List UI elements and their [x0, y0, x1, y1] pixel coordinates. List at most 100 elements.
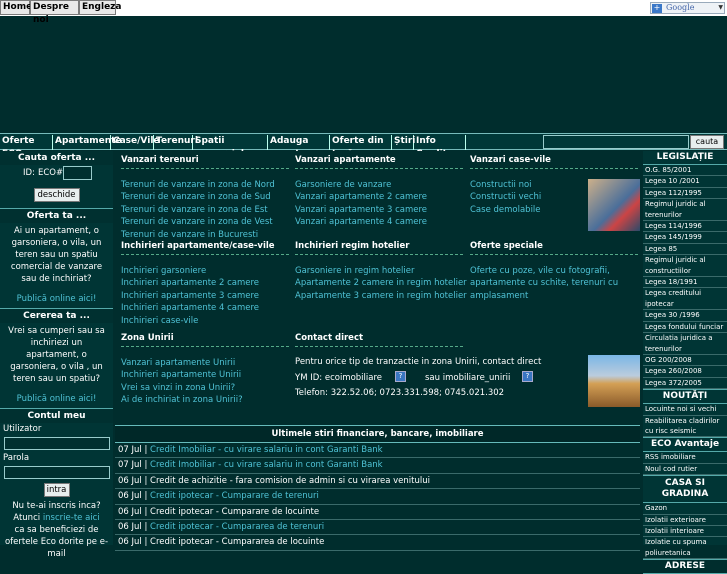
news-item[interactable]: 06 Jul | Credit ipotecar - Cumparare de … — [115, 489, 640, 505]
legislatie-item[interactable]: Legea 10 /2001 — [643, 176, 727, 188]
casa-item[interactable]: Izolatii exterioare — [643, 515, 727, 526]
section-link[interactable]: Oferte cu poze, vile cu fotografii, — [470, 265, 610, 277]
section-link[interactable]: Constructii noi — [470, 179, 532, 191]
legislatie-item[interactable]: Legea 372/2005 — [643, 378, 727, 390]
section-link[interactable]: Inchirieri apartamente Unirii — [121, 369, 241, 381]
section-link[interactable]: Terenuri de vanzare in zona de Nord — [121, 179, 275, 191]
nav-terenuri[interactable]: Terenuri — [154, 135, 198, 150]
news-item[interactable]: 07 Jul | Credit Imobiliar - cu virare sa… — [115, 443, 640, 459]
cerere-publica-link[interactable]: Publică online aici! — [0, 393, 113, 405]
news-item[interactable]: 06 Jul | Credit ipotecar - Cumparare de … — [115, 505, 640, 520]
deschide-button[interactable]: deschide — [33, 188, 80, 202]
legislatie-item[interactable]: OG 200/2008 — [643, 355, 727, 367]
section-link[interactable]: amplasament — [470, 290, 528, 302]
yahoo-messenger-icon-2[interactable]: ? — [522, 371, 533, 382]
news-headline[interactable]: Credit ipotecar - Cumpararea de terenuri — [150, 522, 324, 532]
legislatie-item[interactable]: Legea 18/1991 — [643, 277, 727, 289]
noutati-item[interactable]: Locuinte noi si vechi — [643, 404, 727, 416]
despre-noi-link[interactable]: Despre noi — [30, 0, 79, 25]
section-link[interactable]: Terenuri de vanzare in zona de Vest — [121, 216, 273, 228]
section-link[interactable]: Terenuri de vanzare in zona de Sud — [121, 191, 271, 203]
cerere-publica-link-text[interactable]: Publică online aici! — [17, 394, 97, 404]
section-link[interactable]: apartamente cu schite, terenuri cu — [470, 277, 618, 289]
section-link[interactable]: Inchirieri apartamente 3 camere — [121, 290, 259, 302]
news-headline[interactable]: Credit de achizitie - fara comision de a… — [150, 476, 430, 486]
casa-item[interactable]: Gazon — [643, 503, 727, 515]
news-headline[interactable]: Credit ipotecar - Cumparare de locuinte — [150, 507, 319, 517]
legislatie-item[interactable]: Legea 112/1995 — [643, 188, 727, 200]
section-link[interactable]: Vanzari apartamente 2 camere — [295, 191, 427, 203]
section-link[interactable]: Vrei sa vinzi in zona Unirii? — [121, 382, 235, 394]
engleza-link[interactable]: Engleza — [79, 0, 122, 15]
section-link[interactable]: Terenuri de vanzare in zona de Est — [121, 204, 268, 216]
section-link[interactable]: Vanzari apartamente 3 camere — [295, 204, 427, 216]
section-link[interactable]: Terenuri de vanzare in Bucuresti — [121, 229, 258, 241]
legislatie-item[interactable]: Regimul juridic al terenurilor — [643, 199, 727, 222]
section-link[interactable]: Vanzari apartamente 4 camere — [295, 216, 427, 228]
nav-apartamente[interactable]: Apartamente — [53, 135, 122, 150]
section-link[interactable]: Garsoniere in regim hotelier — [295, 265, 414, 277]
nav-oferte-eco[interactable]: Oferte ECO — [0, 135, 53, 159]
news-headline[interactable]: Credit Imobiliar - cu virare salariu in … — [150, 445, 383, 455]
casa-item[interactable]: Izolatii interioare — [643, 526, 727, 538]
plus-icon[interactable]: + — [652, 4, 662, 13]
inscrie-link[interactable]: inscrie-te aici — [43, 513, 100, 523]
nav-info-credite[interactable]: Info Credite — [414, 135, 466, 159]
section-title: Vanzari apartamente — [295, 155, 463, 169]
yahoo-messenger-icon[interactable]: ? — [395, 371, 406, 382]
contact-title: Contact direct — [295, 333, 463, 347]
news-item[interactable]: 06 Jul | Credit ipotecar - Cumpararea de… — [115, 520, 640, 536]
legislatie-item[interactable]: Legea fondului funciar — [643, 322, 727, 334]
section-link[interactable]: Garsoniere de vanzare — [295, 179, 391, 191]
nav-adauga-anunt[interactable]: Adauga anunt — [268, 135, 330, 159]
news-headline[interactable]: Credit Imobiliar - cu virare salariu in … — [150, 460, 383, 470]
news-headline[interactable]: Credit ipotecar - Cumparare de terenuri — [150, 491, 319, 501]
section-link[interactable]: Apartamente 3 camere in regim hotelier — [295, 290, 467, 302]
news-item[interactable]: 07 Jul | Credit Imobiliar - cu virare sa… — [115, 458, 640, 474]
section-link[interactable]: Inchirieri garsoniere — [121, 265, 206, 277]
news-headline[interactable]: Credit ipotecar - Cumpararea de locuinte — [150, 537, 324, 547]
google-search-box[interactable]: + Google ▼ — [650, 2, 725, 14]
nav-spatii-comerciale[interactable]: Spatii comerciale — [193, 135, 268, 159]
offer-id-input[interactable] — [63, 166, 92, 180]
intra-button[interactable]: intra — [43, 483, 70, 497]
section-link[interactable]: Apartamente 2 camere in regim hotelier — [295, 277, 467, 289]
legislatie-item[interactable]: Legea creditului ipotecar — [643, 288, 727, 311]
legislatie-item[interactable]: Legea 30 /1996 — [643, 310, 727, 322]
section-link[interactable]: Inchirieri apartamente 4 camere — [121, 302, 259, 314]
section-link[interactable]: Case demolabile — [470, 204, 541, 216]
legislatie-item[interactable]: O.G. 85/2001 — [643, 165, 727, 177]
legislatie-item[interactable]: Regimul juridic al constructiilor — [643, 255, 727, 278]
news-item[interactable]: 06 Jul | Credit ipotecar - Cumpararea de… — [115, 535, 640, 551]
section-link[interactable]: Vanzari apartamente Unirii — [121, 357, 235, 369]
utilizator-input[interactable] — [4, 437, 110, 450]
legislatie-item[interactable]: Legea 145/1999 — [643, 232, 727, 244]
search-input[interactable] — [543, 135, 689, 149]
oferta-publica-link-text[interactable]: Publică online aici! — [17, 294, 97, 304]
section-link[interactable]: Ai de inchiriat in zona Unirii? — [121, 394, 243, 406]
legislatie-item[interactable]: Legea 260/2008 — [643, 366, 727, 378]
casa-item[interactable]: Izolatie cu spuma poliuretanica — [643, 537, 727, 560]
search-button[interactable]: cauta — [690, 135, 724, 149]
nav-oferte-din-tara[interactable]: Oferte din țară — [330, 135, 392, 159]
main-nav: Oferte ECO Apartamente Case/Vile Terenur… — [0, 133, 727, 159]
chevron-down-icon[interactable]: ▼ — [718, 4, 723, 11]
oferta-publica-link[interactable]: Publică online aici! — [0, 293, 113, 305]
section-link[interactable]: Inchirieri case-vile — [121, 315, 198, 327]
legislatie-item[interactable]: Legea 85 — [643, 244, 727, 256]
parola-input[interactable] — [4, 466, 110, 479]
family-photo — [588, 179, 640, 231]
cerere-text: Vrei sa cumperi sau sa inchiriezi un apa… — [8, 326, 105, 384]
news-date: 06 Jul | — [118, 475, 148, 486]
home-link[interactable]: Home — [0, 0, 32, 15]
nav-stiri[interactable]: Știri — [392, 135, 415, 150]
section-link[interactable]: Constructii vechi — [470, 191, 541, 203]
eco-item[interactable]: Noul cod rutier — [643, 464, 727, 476]
legislatie-item[interactable]: Legea 114/1996 — [643, 221, 727, 233]
nav-case-vile[interactable]: Case/Vile — [111, 135, 160, 150]
noutati-item[interactable]: Reabilitarea cladirilor cu risc seismic — [643, 416, 727, 438]
legislatie-item[interactable]: Circulatia juridica a terenurilor — [643, 333, 727, 355]
eco-item[interactable]: RSS imobiliare — [643, 452, 727, 464]
section-link[interactable]: Inchirieri apartamente 2 camere — [121, 277, 259, 289]
news-item[interactable]: 06 Jul | Credit de achizitie - fara comi… — [115, 474, 640, 490]
